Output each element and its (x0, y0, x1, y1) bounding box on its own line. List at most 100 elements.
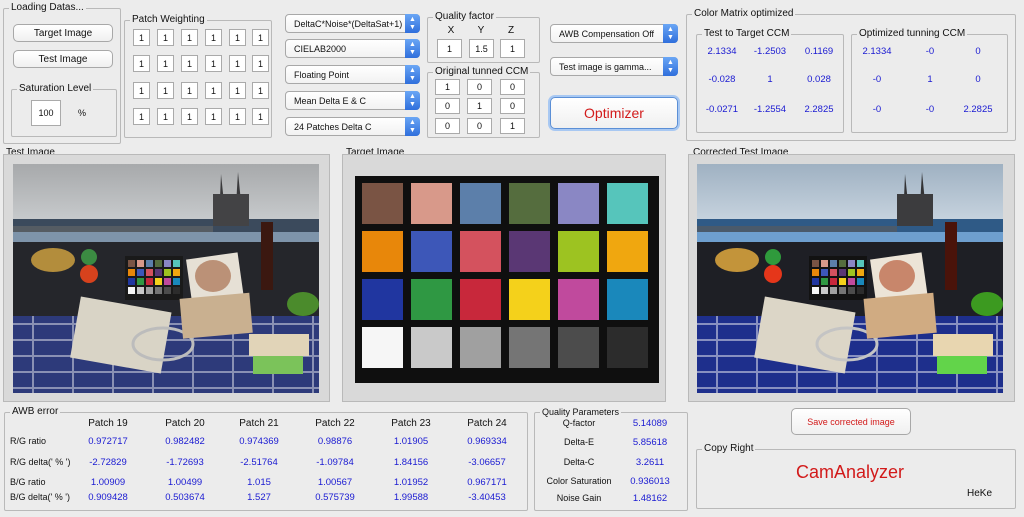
color-matrix-title: Color Matrix optimized (692, 8, 796, 20)
awb-value: 0.98876 (317, 436, 353, 447)
mini-checker-patch (173, 269, 180, 276)
checker-patch (460, 327, 501, 368)
chevron-updown-icon: ▲ ▼ (405, 14, 420, 33)
patch-weight-cell[interactable]: 1 (181, 108, 198, 125)
mini-checker-patch (839, 278, 846, 285)
formula-select[interactable]: DeltaC*Noise*(DeltaSat+1) ▲ ▼ (285, 14, 420, 33)
original-ccm-title: Original tunned CCM (433, 66, 531, 78)
mini-checker-patch (128, 260, 135, 267)
optimized-ccm-value: -0 (872, 104, 882, 115)
patch-weight-cell[interactable]: 1 (157, 82, 174, 99)
saturation-unit: % (78, 108, 87, 118)
original-ccm-cell[interactable]: 1 (435, 79, 460, 95)
checker-patch (607, 183, 648, 224)
mini-checker-patch (848, 269, 855, 276)
checker-patch (362, 327, 403, 368)
chevron-updown-icon: ▲ ▼ (405, 117, 420, 136)
precision-select[interactable]: Floating Point ▲ ▼ (285, 65, 420, 84)
patches-select-value: 24 Patches Delta C (294, 121, 372, 132)
patch-weight-cell[interactable]: 1 (229, 55, 246, 72)
awb-value: 0.969334 (467, 436, 507, 447)
awb-column-header: Patch 22 (315, 418, 355, 429)
mini-checker-patch (164, 269, 171, 276)
mini-checker-patch (812, 269, 819, 276)
awb-value: 0.967171 (467, 477, 507, 488)
mini-checker-patch (821, 287, 828, 294)
chevron-updown-icon: ▲ ▼ (663, 57, 678, 76)
patch-weight-cell[interactable]: 1 (229, 29, 246, 46)
awb-column-header: Patch 23 (391, 418, 431, 429)
patch-weight-cell[interactable]: 1 (205, 108, 222, 125)
original-ccm-cell[interactable]: 0 (435, 98, 460, 114)
checker-patch (607, 231, 648, 272)
awb-value: 1.00499 (167, 477, 203, 488)
target-image-button[interactable]: Target Image (13, 24, 113, 42)
qf-input-z[interactable]: 1 (500, 39, 525, 58)
qf-input-y[interactable]: 1.5 (469, 39, 494, 58)
copyright-title: Copy Right (702, 443, 756, 455)
patch-weight-cell[interactable]: 1 (252, 108, 269, 125)
mini-checker-patch (839, 287, 846, 294)
loading-datas-title: Loading Datas... (9, 2, 86, 14)
original-ccm-cell[interactable]: 1 (467, 98, 492, 114)
formula-select-value: DeltaC*Noise*(DeltaSat+1) (294, 18, 403, 29)
patch-weight-cell[interactable]: 1 (229, 108, 246, 125)
patch-weight-cell[interactable]: 1 (133, 108, 150, 125)
awb-value: 1.00567 (317, 477, 353, 488)
patch-weight-cell[interactable]: 1 (229, 82, 246, 99)
save-corrected-image-button[interactable]: Save corrected image (791, 408, 911, 435)
mini-checker-patch (830, 287, 837, 294)
test-scene-graphic (13, 164, 319, 393)
patch-weight-cell[interactable]: 1 (157, 29, 174, 46)
metric-select[interactable]: Mean Delta E & C ▲ ▼ (285, 91, 420, 110)
patch-weight-cell[interactable]: 1 (181, 82, 198, 99)
patch-weight-cell[interactable]: 1 (133, 82, 150, 99)
patch-weight-cell[interactable]: 1 (181, 55, 198, 72)
test-image-button[interactable]: Test Image (13, 50, 113, 68)
patch-weight-cell[interactable]: 1 (205, 29, 222, 46)
patch-weight-cell[interactable]: 1 (205, 82, 222, 99)
app-name: CamAnalyzer (796, 462, 905, 482)
test-to-target-ccm-title: Test to Target CCM (702, 28, 792, 40)
qf-input-x[interactable]: 1 (437, 39, 462, 58)
patch-weight-cell[interactable]: 1 (181, 29, 198, 46)
original-ccm-cell[interactable]: 0 (467, 79, 492, 95)
patch-weight-cell[interactable]: 1 (252, 29, 269, 46)
optimizer-button[interactable]: Optimizer (550, 97, 678, 129)
awb-compensation-select[interactable]: AWB Compensation Off ▲ ▼ (550, 24, 678, 43)
mini-checker-patch (857, 278, 864, 285)
checker-patch (558, 327, 599, 368)
mini-checker-patch (857, 269, 864, 276)
mini-checker-patch (173, 287, 180, 294)
patch-weight-cell[interactable]: 1 (157, 55, 174, 72)
original-ccm-cell[interactable]: 0 (500, 79, 525, 95)
patch-weight-cell[interactable]: 1 (252, 55, 269, 72)
original-ccm-cell[interactable]: 1 (500, 118, 525, 134)
checker-patch (509, 183, 550, 224)
checker-patch (558, 231, 599, 272)
patch-weight-cell[interactable]: 1 (133, 29, 150, 46)
patches-select[interactable]: 24 Patches Delta C ▲ ▼ (285, 117, 420, 136)
mini-checker-patch (839, 269, 846, 276)
awb-column-header: Patch 19 (88, 418, 128, 429)
quality-param-label: Noise Gain (556, 493, 602, 503)
original-ccm-cell[interactable]: 0 (435, 118, 460, 134)
gamma-select-value: Test image is gamma... (559, 61, 652, 72)
checker-patch (362, 279, 403, 320)
precision-select-value: Floating Point (294, 69, 350, 80)
awb-value: 0.982482 (165, 436, 205, 447)
colorspace-select[interactable]: CIELAB2000 ▲ ▼ (285, 39, 420, 58)
chevron-updown-icon: ▲ ▼ (405, 91, 420, 110)
patch-weight-cell[interactable]: 1 (133, 55, 150, 72)
patch-weight-cell[interactable]: 1 (157, 108, 174, 125)
patch-weight-cell[interactable]: 1 (252, 82, 269, 99)
test-to-target-ccm-value: 2.2825 (804, 104, 834, 115)
original-ccm-cell[interactable]: 0 (467, 118, 492, 134)
gamma-select[interactable]: Test image is gamma... ▲ ▼ (550, 57, 678, 76)
corrected-scene-graphic (697, 164, 1003, 393)
patch-weight-cell[interactable]: 1 (205, 55, 222, 72)
qf-header-z: Z (507, 25, 515, 36)
original-ccm-cell[interactable]: 0 (500, 98, 525, 114)
saturation-input[interactable]: 100 (31, 100, 61, 126)
optimized-ccm-value: 0 (975, 74, 981, 85)
